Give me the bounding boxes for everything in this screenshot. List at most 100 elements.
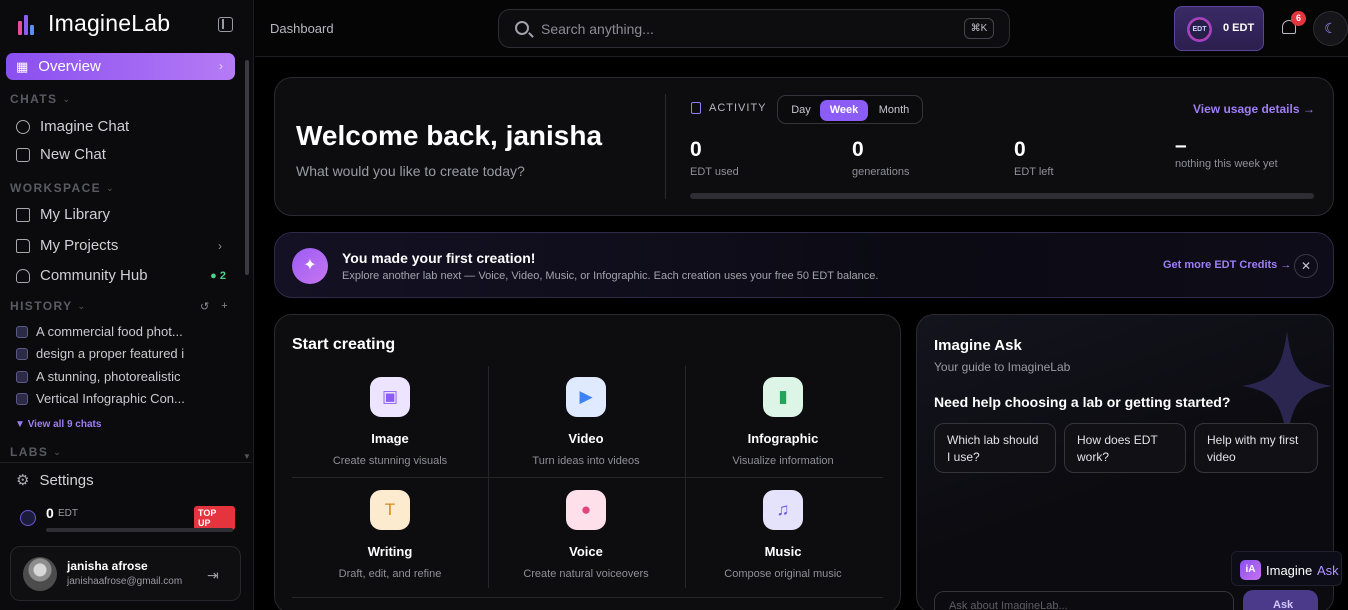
tab-day[interactable]: Day [784, 100, 818, 121]
ask-input[interactable]: Ask about ImagineLab... [934, 591, 1234, 610]
history-item[interactable]: design a proper featured i [16, 346, 191, 361]
stat-edt-used-label: EDT used [690, 166, 739, 178]
welcome-title: Welcome back, janisha [296, 120, 603, 151]
stat-week-value: – [1175, 134, 1187, 157]
video-icon: ▶ [566, 377, 606, 417]
tile-infographic[interactable]: ▮ Infographic Visualize information [685, 377, 881, 487]
sidebar-scrollbar[interactable] [245, 60, 249, 275]
history-refresh-icon[interactable]: ↺ [200, 300, 209, 313]
moon-icon[interactable]: ☾ [1313, 11, 1348, 46]
search-shortcut: ⌘K [964, 18, 994, 39]
scroll-down-icon[interactable]: ▼ [243, 452, 251, 461]
tile-title: Voice [569, 544, 603, 559]
user-email: janishaafrose@gmail.com [67, 576, 183, 587]
suggestion-chip[interactable]: Help with my first video [1194, 423, 1318, 473]
folder-icon [16, 238, 30, 253]
imagine-ask-title: Imagine Ask [934, 337, 1022, 354]
user-name: janisha afrose [67, 559, 148, 573]
tile-video[interactable]: ▶ Video Turn ideas into videos [488, 377, 684, 487]
suggestion-chip[interactable]: How does EDT work? [1064, 423, 1186, 473]
history-item[interactable]: Vertical Infographic Con... [16, 391, 191, 406]
imagine-ask-question: Need help choosing a lab or getting star… [934, 394, 1231, 410]
first-creation-banner: ✦ You made your first creation! Explore … [274, 232, 1334, 298]
tile-music[interactable]: ♫ Music Compose original music [685, 490, 881, 600]
avatar[interactable] [23, 557, 57, 591]
logout-icon[interactable]: ⇥ [207, 567, 219, 584]
chat-thread-icon [16, 370, 28, 383]
history-item[interactable]: A stunning, photorealistic [16, 369, 191, 384]
tile-voice[interactable]: ● Voice Create natural voiceovers [488, 490, 684, 600]
edt-balance: 0 EDT TOP UP [20, 505, 235, 535]
nav-overview[interactable]: ▦ Overview › [6, 53, 235, 80]
grid-icon: ▦ [16, 58, 29, 74]
bar-chart-icon: ▮ [763, 377, 803, 417]
start-creating-title: Start creating [292, 336, 396, 353]
user-card[interactable]: janisha afrose janishaafrose@gmail.com ⇥ [10, 546, 241, 601]
tab-week[interactable]: Week [820, 100, 868, 121]
get-more-credits-link[interactable]: Get more EDT Credits → [1163, 259, 1291, 271]
breadcrumb: Dashboard [270, 21, 334, 36]
chevron-down-icon: ⌄ [106, 182, 115, 193]
search-input[interactable]: Search anything... [541, 21, 654, 37]
sidebar-item-community-hub[interactable]: Community Hub ● 2 [16, 267, 226, 284]
imagine-ask-logo-icon: iA [1240, 560, 1261, 580]
tile-image[interactable]: ▣ Image Create stunning visuals [292, 377, 488, 487]
chevron-down-icon: ⌄ [62, 93, 72, 104]
chevron-down-icon: ⌄ [77, 300, 87, 311]
section-history[interactable]: HISTORY ⌄ [10, 299, 86, 313]
history-item[interactable]: A commercial food phot... [16, 324, 191, 339]
section-chats[interactable]: CHATS ⌄ [10, 92, 71, 106]
chevron-right-icon: › [219, 59, 223, 73]
search-icon [515, 21, 529, 35]
banner-title: You made your first creation! [342, 250, 536, 266]
chevron-right-icon: › [218, 238, 222, 253]
sidebar-item-imagine-chat[interactable]: Imagine Chat [16, 118, 226, 135]
book-icon [16, 207, 30, 222]
stat-edt-left-value: 0 [1014, 138, 1026, 161]
chevron-down-icon: ⌄ [53, 446, 63, 457]
welcome-card: Welcome back, janisha What would you lik… [274, 77, 1334, 216]
history-add-icon[interactable]: + [221, 300, 227, 313]
divider [0, 462, 252, 463]
imagine-ask-floating-button[interactable]: iA Imagine Ask [1231, 551, 1342, 586]
community-online-badge: ● 2 [210, 269, 226, 282]
tab-month[interactable]: Month [870, 100, 918, 121]
stat-generations-value: 0 [852, 138, 864, 161]
top-up-button[interactable]: TOP UP [194, 506, 235, 530]
collapse-sidebar-icon[interactable] [218, 17, 233, 32]
edit-icon [16, 147, 30, 162]
sidebar-item-settings[interactable]: ⚙ Settings [16, 471, 94, 490]
chat-thread-icon [16, 347, 28, 360]
close-icon[interactable]: ✕ [1294, 254, 1318, 278]
activity-range-toggle: Day Week Month [777, 95, 923, 124]
edt-coin-icon: EDT [1187, 17, 1212, 42]
divider [665, 94, 666, 199]
view-usage-details-link[interactable]: View usage details → [1193, 102, 1315, 116]
section-labs[interactable]: LABS ⌄ [10, 445, 62, 459]
tile-writing[interactable]: T Writing Draft, edit, and refine [292, 490, 488, 600]
banner-subtitle: Explore another lab next — Voice, Video,… [342, 270, 879, 282]
app-name: ImagineLab [48, 10, 171, 36]
ask-send-button[interactable]: Ask [1243, 590, 1318, 610]
tile-description: Compose original music [724, 568, 842, 580]
edt-balance-bar [46, 528, 233, 532]
section-workspace[interactable]: WORKSPACE ⌄ [10, 181, 115, 195]
search-bar[interactable]: Search anything... ⌘K [498, 9, 1010, 48]
app-logo[interactable]: ImagineLab [18, 10, 170, 37]
chat-thread-icon [16, 392, 28, 405]
welcome-subtitle: What would you like to create today? [296, 163, 525, 179]
tile-description: Draft, edit, and refine [338, 568, 442, 580]
nav-overview-label: Overview [38, 58, 101, 75]
top-bar: Dashboard Search anything... ⌘K EDT 0 ED… [255, 0, 1348, 57]
notification-badge: 6 [1291, 11, 1306, 26]
sidebar-item-my-projects[interactable]: My Projects › [16, 237, 226, 254]
chat-thread-icon [16, 325, 28, 338]
view-all-chats-link[interactable]: ▼ View all 9 chats [15, 419, 101, 430]
usage-progress-bar [690, 193, 1314, 199]
sidebar-item-new-chat[interactable]: New Chat [16, 146, 226, 163]
suggestion-chip[interactable]: Which lab should I use? [934, 423, 1056, 473]
edt-wallet-button[interactable]: EDT 0 EDT [1174, 6, 1264, 51]
sidebar: ImagineLab ▦ Overview › CHATS ⌄ Imagine C… [0, 0, 254, 610]
sidebar-item-my-library[interactable]: My Library [16, 206, 226, 223]
mic-icon: ● [566, 490, 606, 530]
